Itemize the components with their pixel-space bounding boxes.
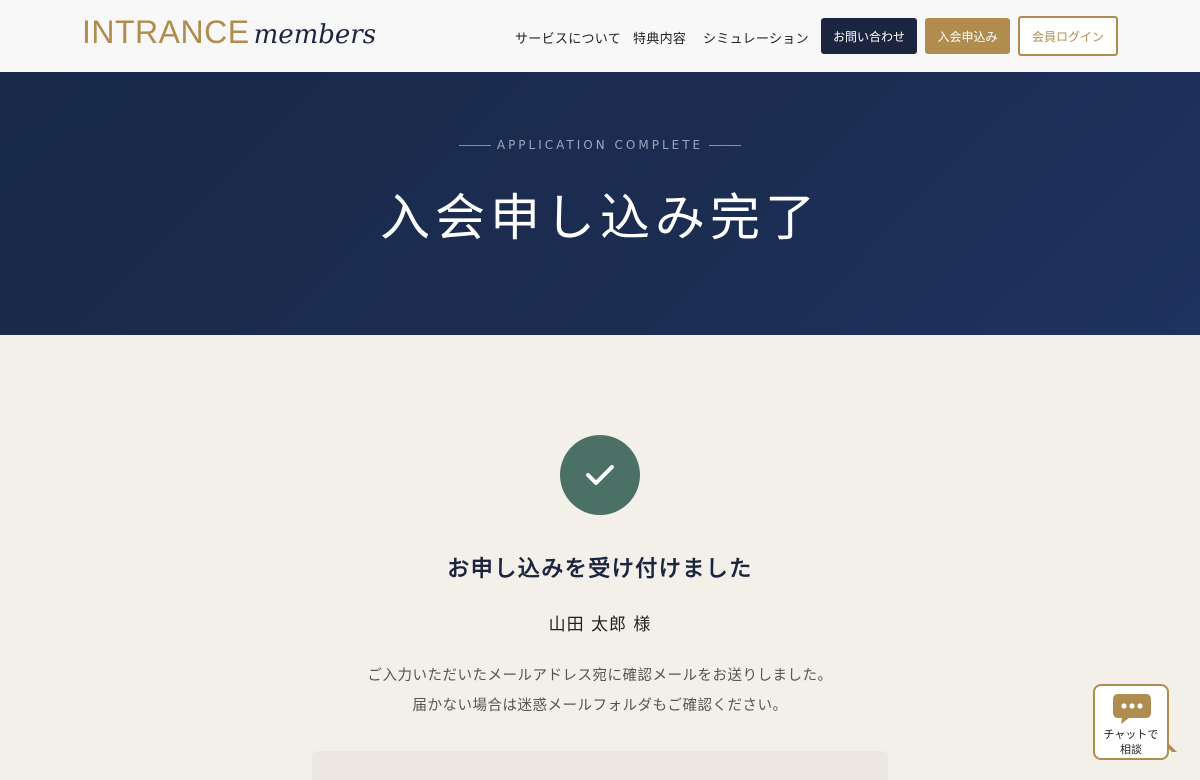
nav-link-benefits[interactable]: 特典内容 <box>633 28 686 47</box>
checkmark-icon <box>560 435 640 515</box>
info-card <box>312 751 888 780</box>
nav-link-simulation[interactable]: シミュレーション <box>703 28 809 47</box>
hero-banner: APPLICATION COMPLETE 入会申し込み完了 <box>0 72 1200 335</box>
confirmation-message-line1: ご入力いただいたメールアドレス宛に確認メールをお送りしました。 <box>367 668 833 684</box>
apply-button[interactable]: 入会申込み <box>925 18 1010 54</box>
nav-link-service[interactable]: サービスについて <box>515 28 621 47</box>
member-login-button[interactable]: 会員ログイン <box>1018 16 1118 56</box>
hero-eyebrow: APPLICATION COMPLETE <box>496 138 704 152</box>
completion-heading: お申し込みを受け付けました <box>447 556 753 582</box>
user-name: 山田 太郎 様 <box>548 615 652 635</box>
chat-bubble-icon <box>1113 694 1151 724</box>
logo-sub-text: members <box>253 20 377 50</box>
site-header: INTRANCE members サービスについて 特典内容 シミュレーション … <box>0 0 1200 72</box>
logo-main-text: INTRANCE <box>82 14 250 50</box>
confirmation-message-line2: 届かない場合は迷惑メールフォルダもご確認ください。 <box>412 698 788 714</box>
contact-button[interactable]: お問い合わせ <box>821 18 917 54</box>
site-logo[interactable]: INTRANCE members <box>82 14 376 51</box>
chat-consult-button[interactable]: チャットで 相談 <box>1093 684 1169 760</box>
chat-label: チャットで 相談 <box>1103 728 1159 756</box>
page-title: 入会申し込み完了 <box>380 189 820 247</box>
